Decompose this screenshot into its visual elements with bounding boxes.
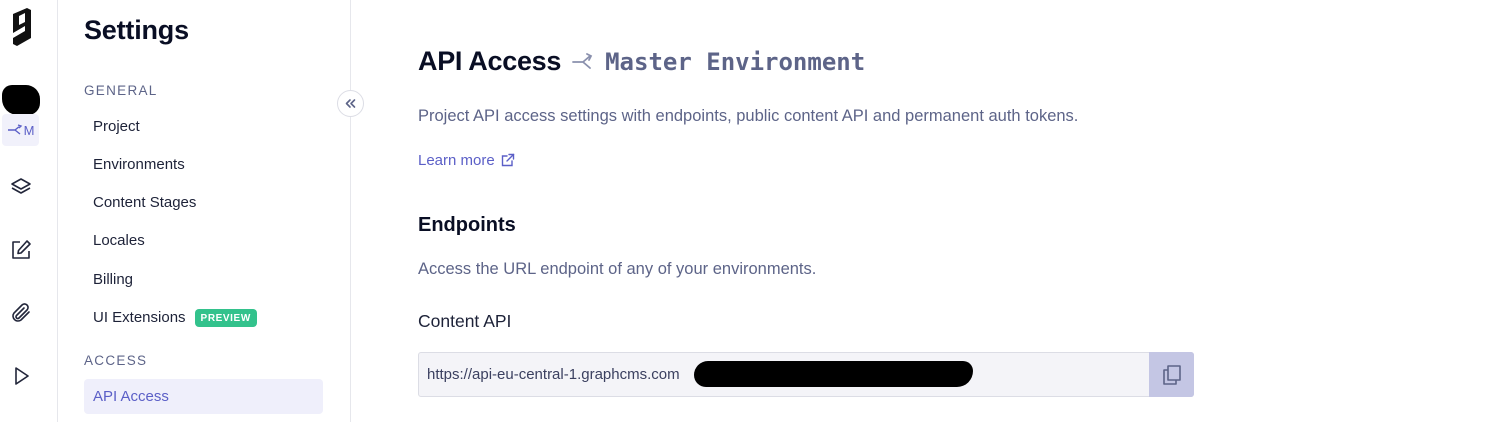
endpoints-heading: Endpoints (418, 214, 516, 236)
sidebar-item-label: Project (93, 118, 140, 135)
icon-rail: M (0, 0, 58, 422)
sidebar-title: Settings (84, 15, 189, 45)
learn-more-label: Learn more (418, 152, 495, 169)
sidebar-item-locales[interactable]: Locales (84, 223, 323, 258)
learn-more-link[interactable]: Learn more (418, 152, 515, 169)
sidebar-item-label: UI Extensions (93, 309, 186, 326)
external-link-icon (501, 153, 514, 167)
api-playground-play-icon[interactable] (8, 363, 34, 389)
environment-switcher[interactable]: M (2, 114, 39, 146)
sidebar-item-label: API Access (93, 388, 169, 405)
section-label-access: ACCESS (84, 353, 148, 368)
branch-icon (7, 124, 22, 135)
sidebar-item-billing[interactable]: Billing (84, 262, 323, 297)
chevrons-left-icon (345, 99, 356, 108)
content-api-url-field (418, 352, 1194, 397)
copy-url-button[interactable] (1149, 352, 1194, 397)
main-content: API Access Master Environment Project AP… (352, 0, 1499, 422)
sidebar-item-api-access[interactable]: API Access (84, 379, 323, 414)
sidebar-item-label: Environments (93, 156, 185, 173)
sidebar-item-label: Billing (93, 271, 134, 288)
sidebar-item-project[interactable]: Project (84, 109, 323, 144)
project-avatar[interactable] (2, 85, 40, 115)
settings-sidebar: Settings GENERAL Project Environments Co… (58, 0, 351, 422)
redaction-mark (694, 361, 973, 387)
sidebar-item-content-stages[interactable]: Content Stages (84, 185, 323, 220)
copy-icon (1162, 364, 1181, 385)
sidebar-item-environments[interactable]: Environments (84, 147, 323, 182)
section-label-general: GENERAL (84, 83, 158, 98)
schema-layers-icon[interactable] (8, 174, 34, 200)
assets-paperclip-icon[interactable] (8, 300, 34, 326)
environment-chip-label: M (23, 122, 35, 138)
sidebar-item-label: Locales (93, 232, 145, 249)
page-header: API Access Master Environment (418, 46, 865, 77)
page-title: API Access (418, 46, 562, 76)
content-edit-icon[interactable] (8, 237, 34, 263)
preview-badge: PREVIEW (194, 308, 257, 327)
environment-name: Master Environment (605, 47, 866, 76)
sidebar-item-ui-extensions[interactable]: UI Extensions PREVIEW (84, 300, 323, 335)
collapse-sidebar-button[interactable] (337, 90, 364, 117)
endpoints-description: Access the URL endpoint of any of your e… (418, 260, 817, 278)
page-description: Project API access settings with endpoin… (418, 107, 1079, 125)
branch-icon (572, 52, 593, 69)
hygraph-logo-icon[interactable] (9, 8, 35, 52)
content-api-label: Content API (418, 311, 512, 331)
sidebar-item-label: Content Stages (93, 194, 197, 211)
